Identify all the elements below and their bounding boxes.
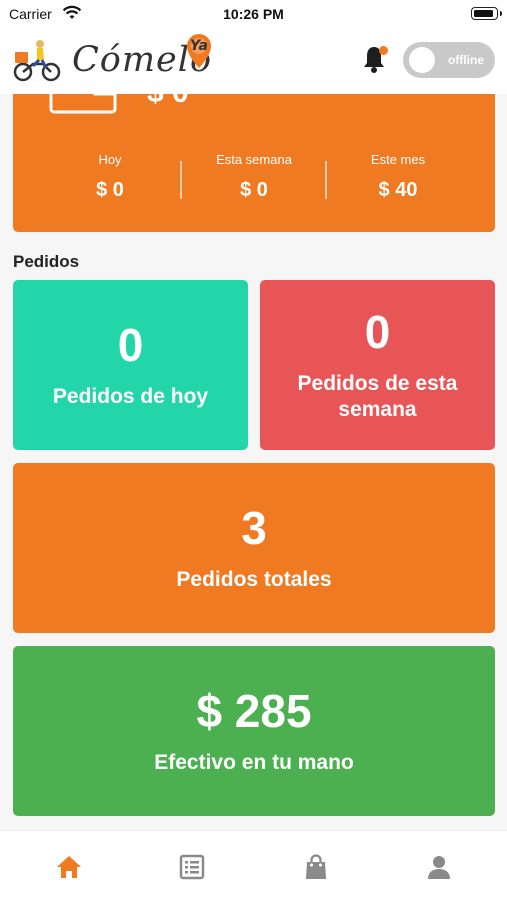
cash-in-hand-label: Efectivo en tu mano bbox=[154, 751, 354, 774]
list-icon[interactable] bbox=[178, 853, 206, 881]
earnings-period-value: $ 0 bbox=[96, 179, 124, 201]
shopping-bag-icon[interactable] bbox=[302, 853, 330, 881]
earnings-week: Esta semana $ 0 bbox=[179, 152, 329, 202]
earnings-card: $ 0 Hoy $ 0 Esta semana $ 0 Este mes $ 4… bbox=[13, 94, 495, 232]
section-title-orders: Pedidos bbox=[13, 252, 80, 271]
orders-week-count: 0 bbox=[364, 306, 391, 358]
cash-in-hand-amount: $ 285 bbox=[196, 685, 312, 737]
notification-badge bbox=[379, 46, 388, 55]
orders-total-count: 3 bbox=[241, 502, 267, 554]
home-icon[interactable] bbox=[55, 853, 83, 881]
earnings-period-label: Esta semana bbox=[216, 152, 292, 167]
earnings-month: Este mes $ 40 bbox=[323, 152, 473, 202]
earnings-today: Hoy $ 0 bbox=[35, 152, 185, 202]
orders-week-tile[interactable]: 0 Pedidos de esta semana bbox=[260, 280, 495, 450]
availability-toggle[interactable]: offline bbox=[403, 42, 495, 78]
earnings-period-value: $ 0 bbox=[240, 179, 268, 201]
delivery-rider-icon bbox=[13, 40, 61, 82]
orders-today-label: Pedidos de hoy bbox=[52, 385, 209, 408]
battery-icon bbox=[471, 7, 502, 20]
earnings-period-value: $ 40 bbox=[378, 179, 418, 201]
availability-label: offline bbox=[448, 53, 484, 67]
orders-week-label: Pedidos de esta semana bbox=[297, 372, 458, 421]
profile-icon[interactable] bbox=[425, 853, 453, 881]
orders-today-count: 0 bbox=[117, 319, 144, 371]
orders-total-tile[interactable]: 3 Pedidos totales bbox=[13, 463, 495, 633]
toggle-knob bbox=[409, 47, 435, 73]
status-bar: Carrier 10:26 PM bbox=[0, 0, 507, 28]
clock: 10:26 PM bbox=[223, 6, 284, 22]
wallet-icon bbox=[49, 94, 117, 114]
orders-total-label: Pedidos totales bbox=[176, 568, 332, 591]
brand-suffix: Ya bbox=[190, 38, 208, 54]
earnings-period-label: Este mes bbox=[370, 152, 426, 167]
app-header: Cómelo Ya offline bbox=[0, 28, 507, 94]
earnings-period-label: Hoy bbox=[98, 152, 122, 167]
earnings-balance: $ 0 bbox=[147, 94, 189, 110]
orders-today-tile[interactable]: 0 Pedidos de hoy bbox=[13, 280, 248, 450]
cash-in-hand-tile[interactable]: $ 285 Efectivo en tu mano bbox=[13, 646, 495, 816]
app-screen: Carrier 10:26 PM Cómelo Ya offline Hoy $… bbox=[0, 0, 507, 900]
bottom-tab-bar bbox=[0, 830, 507, 900]
